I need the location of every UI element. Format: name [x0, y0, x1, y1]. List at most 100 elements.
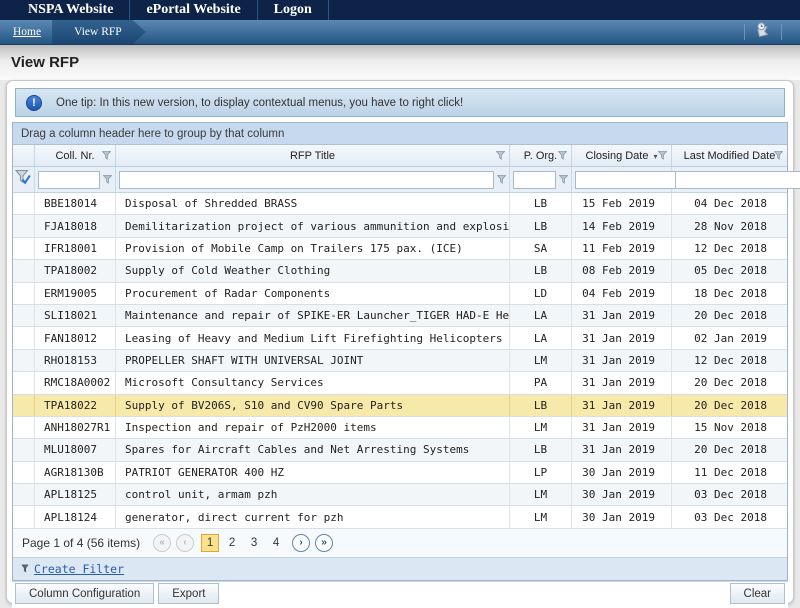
table-row[interactable]: ERM19005Procurement of Radar ComponentsL… — [13, 283, 787, 305]
pager-summary: Page 1 of 4 (56 items) — [22, 536, 140, 550]
table-row[interactable]: TPA18022Supply of BV206S, S10 and CV90 S… — [13, 395, 787, 417]
filter-funnel-icon[interactable] — [558, 151, 567, 163]
filter-cell-rfp-title — [116, 167, 510, 192]
cell-title: Maintenance and repair of SPIKE-ER Launc… — [116, 305, 510, 326]
cell-org: LB — [510, 439, 572, 460]
row-indicator-cell — [13, 193, 35, 214]
cell-closing: 04 Feb 2019 — [572, 283, 672, 304]
cell-coll: APL18124 — [35, 506, 116, 527]
filter-funnel-icon[interactable] — [774, 151, 783, 163]
table-row[interactable]: AGR18130BPATRIOT GENERATOR 400 HZLP30 Ja… — [13, 462, 787, 484]
header-rfp-title[interactable]: RFP Title — [116, 145, 510, 166]
pager-page-1[interactable]: 1 — [201, 534, 219, 552]
table-row[interactable]: SLI18021Maintenance and repair of SPIKE-… — [13, 305, 787, 327]
breadcrumb: Home View RFP — [0, 20, 800, 45]
clear-button[interactable]: Clear — [730, 583, 785, 604]
cell-title: Supply of BV206S, S10 and CV90 Spare Par… — [116, 395, 510, 416]
cell-title: Demilitarization project of various ammu… — [116, 215, 510, 236]
cell-modified: 11 Dec 2018 — [672, 462, 787, 483]
table-row[interactable]: IFR18001Provision of Mobile Camp on Trai… — [13, 238, 787, 260]
export-button[interactable]: Export — [158, 583, 219, 604]
header-p-org[interactable]: P. Org. — [510, 145, 572, 166]
table-row[interactable]: APL18125control unit, armam pzhLM30 Jan … — [13, 484, 787, 506]
divider — [781, 24, 782, 40]
table-row[interactable]: TPA18002Supply of Cold Weather ClothingL… — [13, 260, 787, 282]
filter-input-last-modified[interactable] — [676, 172, 800, 188]
create-filter-link[interactable]: Create Filter — [34, 562, 124, 576]
cell-coll: RMC18A0002 — [35, 372, 116, 393]
header-coll-nr[interactable]: Coll. Nr. — [35, 145, 116, 166]
row-indicator-cell — [13, 238, 35, 259]
session-history-button[interactable] — [753, 21, 773, 44]
row-indicator-cell — [13, 372, 35, 393]
filter-input-p-org[interactable] — [513, 171, 556, 189]
funnel-small-icon — [21, 560, 29, 578]
stamp-clock-icon — [753, 21, 773, 44]
cell-coll: RHO18153 — [35, 350, 116, 371]
cell-org: LB — [510, 193, 572, 214]
header-last-modified-date[interactable]: Last Modified Date — [672, 145, 787, 166]
cell-modified: 12 Dec 2018 — [672, 238, 787, 259]
cell-coll: MLU18007 — [35, 439, 116, 460]
filter-input-rfp-title[interactable] — [119, 171, 494, 189]
cell-coll: ERM19005 — [35, 283, 116, 304]
rfp-grid: Drag a column header here to group by th… — [12, 122, 788, 581]
table-row[interactable]: APL18124generator, direct current for pz… — [13, 506, 787, 528]
cell-closing: 31 Jan 2019 — [572, 305, 672, 326]
cell-org: SA — [510, 238, 572, 259]
pager-first-button[interactable]: « — [153, 534, 171, 552]
nav-logon[interactable]: Logon — [258, 0, 329, 20]
cell-title: Disposal of Shredded BRASS — [116, 193, 510, 214]
cell-modified: 18 Dec 2018 — [672, 283, 787, 304]
cell-title: Provision of Mobile Camp on Trailers 175… — [116, 238, 510, 259]
table-row[interactable]: RHO18153PROPELLER SHAFT WITH UNIVERSAL J… — [13, 350, 787, 372]
cell-modified: 03 Dec 2018 — [672, 506, 787, 527]
filter-funnel-icon[interactable] — [497, 171, 506, 189]
pager-page-4[interactable]: 4 — [267, 534, 285, 552]
filter-input-coll-nr[interactable] — [38, 171, 100, 189]
cell-org: LM — [510, 417, 572, 438]
cell-closing: 31 Jan 2019 — [572, 327, 672, 348]
table-row[interactable]: BBE18014Disposal of Shredded BRASSLB15 F… — [13, 193, 787, 215]
cell-org: LB — [510, 260, 572, 281]
table-row[interactable]: ANH18027R1Inspection and repair of PzH20… — [13, 417, 787, 439]
row-indicator-cell — [13, 484, 35, 505]
row-indicator-cell — [13, 305, 35, 326]
filter-cell-closing-date — [572, 167, 672, 192]
pager-page-3[interactable]: 3 — [245, 534, 263, 552]
pager-last-button[interactable]: » — [315, 534, 333, 552]
filter-funnel-icon[interactable] — [496, 151, 505, 163]
group-by-panel[interactable]: Drag a column header here to group by th… — [13, 123, 787, 145]
nav-nspa-website[interactable]: NSPA Website — [12, 0, 130, 20]
filter-funnel-icon[interactable] — [559, 171, 568, 189]
cell-title: Inspection and repair of PzH2000 items — [116, 417, 510, 438]
table-row[interactable]: MLU18007Spares for Aircraft Cables and N… — [13, 439, 787, 461]
table-row[interactable]: FAN18012Leasing of Heavy and Medium Lift… — [13, 327, 787, 349]
tip-text: One tip: In this new version, to display… — [56, 97, 463, 109]
cell-title: Supply of Cold Weather Clothing — [116, 260, 510, 281]
table-row[interactable]: FJA18018Demilitarization project of vari… — [13, 215, 787, 237]
header-closing-date[interactable]: Closing Date ▾ — [572, 145, 672, 166]
filter-funnel-icon[interactable] — [103, 171, 112, 189]
column-configuration-button[interactable]: Column Configuration — [15, 583, 154, 604]
row-indicator-cell — [13, 350, 35, 371]
table-row[interactable]: RMC18A0002Microsoft Consultancy Services… — [13, 372, 787, 394]
pager-next-button[interactable]: › — [292, 534, 310, 552]
funnel-check-icon[interactable] — [15, 169, 32, 191]
cell-closing: 31 Jan 2019 — [572, 417, 672, 438]
cell-modified: 20 Dec 2018 — [672, 439, 787, 460]
bottom-toolbar: Column Configuration Export Clear — [12, 581, 788, 608]
pager-prev-button[interactable]: ‹ — [176, 534, 194, 552]
row-indicator-cell — [13, 417, 35, 438]
filter-funnel-icon[interactable] — [658, 151, 667, 163]
breadcrumb-current: View RFP — [52, 20, 146, 44]
breadcrumb-home-link[interactable]: Home — [0, 20, 51, 44]
row-indicator-cell — [13, 260, 35, 281]
cell-title: Leasing of Heavy and Medium Lift Firefig… — [116, 327, 510, 348]
nav-eportal-website[interactable]: ePortal Website — [130, 0, 257, 20]
cell-closing: 31 Jan 2019 — [572, 350, 672, 371]
cell-closing: 30 Jan 2019 — [572, 484, 672, 505]
pager-page-2[interactable]: 2 — [223, 534, 241, 552]
grid-filter-row — [13, 167, 787, 193]
filter-funnel-icon[interactable] — [102, 151, 111, 163]
